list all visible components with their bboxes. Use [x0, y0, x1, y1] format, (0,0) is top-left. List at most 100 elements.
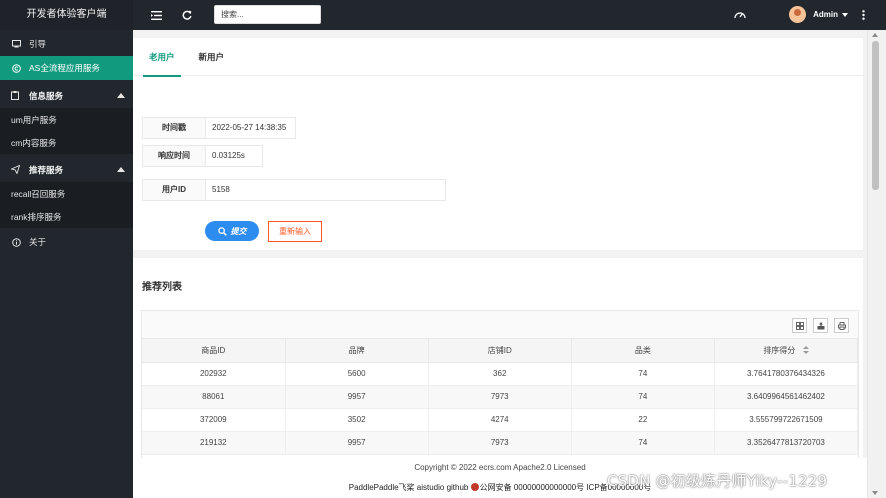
search-icon	[217, 226, 227, 236]
info-icon	[11, 237, 21, 247]
table-row[interactable]: 202932 5600 362 74 3.7641780376434326	[142, 362, 859, 386]
cell: 74	[571, 431, 715, 455]
column-header-score[interactable]: 排序得分	[714, 339, 859, 363]
sidebar-item-label: 关于	[29, 237, 47, 247]
sidebar-item-guide[interactable]: 引导	[0, 32, 133, 56]
sidebar-group-label: 信息服务	[29, 91, 64, 101]
table-toolbar	[142, 311, 858, 339]
menu-toggle-icon[interactable]	[149, 8, 163, 22]
sidebar-group-recommend[interactable]: 推荐服务	[0, 158, 133, 182]
cell: 88061	[142, 385, 286, 409]
column-header[interactable]: 品类	[571, 339, 715, 363]
dashboard-icon[interactable]	[733, 8, 747, 22]
response-time-row: 响应时间 0.03125s	[142, 145, 263, 167]
user-name: Admin	[813, 10, 838, 19]
sidebar-group-label: 推荐服务	[29, 165, 64, 175]
sidebar-item-rank[interactable]: rank排序服务	[0, 205, 133, 228]
main-content: 老用户 新用户 时间戳 2022-05-27 14:38:35 响应时间 0.0…	[133, 30, 867, 498]
cell: 3.3526477813720703	[714, 431, 859, 455]
cell: 74	[571, 385, 715, 409]
sidebar-group-info[interactable]: 信息服务	[0, 84, 133, 108]
paper-plane-icon	[11, 165, 21, 175]
timestamp-value: 2022-05-27 14:38:35	[206, 118, 287, 138]
columns-filter-icon[interactable]	[792, 318, 807, 333]
scroll-down-icon[interactable]	[872, 491, 878, 495]
cell: 7973	[428, 385, 572, 409]
sidebar-submenu-recommend: recall召回服务 rank排序服务	[0, 182, 133, 228]
chevron-up-icon	[117, 93, 125, 98]
scrollbar-thumb[interactable]	[872, 41, 879, 190]
cell: 219132	[142, 431, 286, 455]
tab-old-user[interactable]: 老用户	[139, 38, 185, 77]
export-icon[interactable]	[813, 318, 828, 333]
cell: 362	[428, 362, 572, 386]
cell: 3.6409964561462402	[714, 385, 859, 409]
print-icon[interactable]	[834, 318, 849, 333]
data-table: 商品ID 品牌 店铺ID 品类 排序得分 202932 5600 362 74 …	[142, 339, 859, 455]
sort-icon[interactable]	[802, 345, 809, 356]
sidebar-item-label: AS全流程应用服务	[29, 63, 100, 73]
cell: 3.7641780376434326	[714, 362, 859, 386]
column-header[interactable]: 店铺ID	[428, 339, 572, 363]
table-row[interactable]: 88061 9957 7973 74 3.6409964561462402	[142, 385, 859, 409]
sidebar-item-cm[interactable]: cm内容服务	[0, 131, 133, 154]
column-header[interactable]: 商品ID	[142, 339, 286, 363]
table-row[interactable]: 219132 9957 7973 74 3.3526477813720703	[142, 431, 859, 455]
user-tabs: 老用户 新用户	[133, 38, 863, 77]
cell: 7973	[428, 431, 572, 455]
footer-links-text[interactable]: PaddlePaddle飞桨 aistudio github	[349, 483, 471, 492]
cell: 4274	[428, 408, 572, 432]
cell: 372009	[142, 408, 286, 432]
sidebar-item-as-service[interactable]: AS全流程应用服务	[0, 56, 133, 80]
query-card: 老用户 新用户 时间戳 2022-05-27 14:38:35 响应时间 0.0…	[133, 38, 863, 250]
submit-button[interactable]: 提交	[205, 221, 259, 241]
user-menu[interactable]: Admin	[789, 6, 848, 23]
cell: 9957	[285, 385, 429, 409]
sidebar-item-about[interactable]: 关于	[0, 230, 133, 254]
user-id-field[interactable]: 5158	[206, 180, 445, 200]
sidebar-item-label: 引导	[29, 39, 47, 49]
timestamp-row: 时间戳 2022-05-27 14:38:35	[142, 117, 296, 139]
monitor-icon	[11, 39, 21, 49]
clipboard-icon	[11, 91, 21, 101]
vertical-scrollbar[interactable]	[867, 30, 886, 498]
column-header-label: 排序得分	[763, 345, 796, 355]
user-id-row: 用户ID 5158	[142, 179, 446, 201]
cell: 3502	[285, 408, 429, 432]
cell: 22	[571, 408, 715, 432]
response-time-value: 0.03125s	[206, 146, 245, 166]
sidebar-item-label: recall召回服务	[11, 188, 66, 199]
more-vertical-icon[interactable]	[856, 8, 870, 22]
sidebar-item-um[interactable]: um用户服务	[0, 108, 133, 131]
top-bar: Admin	[133, 0, 886, 30]
search-input[interactable]	[214, 5, 321, 24]
sidebar-item-label: cm内容服务	[11, 137, 57, 148]
app-title: 开发者体验客户端	[0, 0, 133, 30]
sidebar-submenu-info: um用户服务 cm内容服务	[0, 108, 133, 154]
table-header-row: 商品ID 品牌 店铺ID 品类 排序得分	[142, 339, 859, 363]
sidebar-item-label: um用户服务	[11, 114, 57, 125]
user-id-label: 用户ID	[143, 180, 206, 200]
column-header[interactable]: 品牌	[285, 339, 429, 363]
watermark: CSDN @初级炼丹师Yiky--1229	[607, 472, 828, 490]
submit-label: 提交	[230, 226, 247, 236]
timestamp-label: 时间戳	[143, 118, 206, 138]
avatar	[789, 6, 807, 23]
scroll-up-icon[interactable]	[872, 33, 878, 37]
sidebar: 开发者体验客户端 引导 AS全流程应用服务 信息服务 um用户服务 cm内容服务…	[0, 0, 133, 498]
cell: 202932	[142, 362, 286, 386]
chevron-down-icon	[842, 12, 848, 17]
reset-button[interactable]: 重新输入	[268, 221, 322, 242]
table-row[interactable]: 372009 3502 4274 22 3.555799722671509	[142, 408, 859, 432]
cell: 74	[571, 362, 715, 386]
refresh-icon[interactable]	[180, 8, 194, 22]
cell: 9957	[285, 431, 429, 455]
section-title: 推荐列表	[142, 282, 182, 293]
chevron-up-icon	[117, 167, 125, 172]
response-time-label: 响应时间	[143, 146, 206, 166]
sidebar-item-recall[interactable]: recall召回服务	[0, 182, 133, 205]
police-badge-icon	[470, 483, 479, 491]
sidebar-item-label: rank排序服务	[11, 211, 62, 222]
cell: 5600	[285, 362, 429, 386]
tab-new-user[interactable]: 新用户	[189, 38, 235, 76]
